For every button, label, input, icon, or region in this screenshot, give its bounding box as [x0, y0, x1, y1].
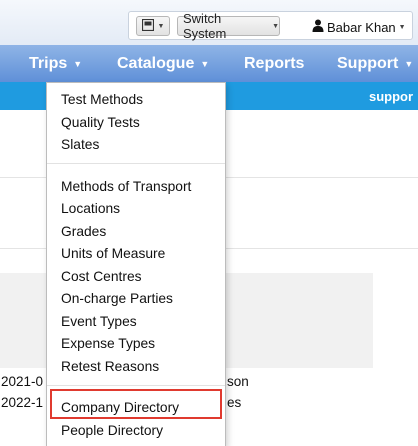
menu-item-methods-of-transport[interactable]: Methods of Transport [61, 179, 191, 194]
row-date: 2021-0 [1, 374, 44, 389]
user-icon [312, 19, 324, 35]
top-header: ▼ Switch System ▼ Babar Khan ▼ [0, 0, 418, 45]
row-date: 2022-1 [1, 395, 44, 410]
highlight-box [50, 389, 222, 419]
layout-icon [141, 18, 154, 34]
menu-divider [47, 163, 225, 164]
nav-item-support[interactable]: Support ▼ [337, 45, 413, 82]
layout-toggle-button[interactable]: ▼ [136, 16, 170, 36]
menu-item-locations[interactable]: Locations [61, 201, 120, 216]
menu-divider [47, 385, 225, 386]
menu-item-people-directory[interactable]: People Directory [61, 423, 163, 438]
user-name: Babar Khan [327, 19, 396, 35]
switch-system-button[interactable]: Switch System ▼ [177, 11, 280, 41]
menu-item-expense-types[interactable]: Expense Types [61, 336, 155, 351]
menu-item-quality-tests[interactable]: Quality Tests [61, 115, 140, 130]
menu-item-retest-reasons[interactable]: Retest Reasons [61, 359, 159, 374]
nav-label: Trips [29, 54, 68, 72]
switch-system-label: Switch System [183, 11, 227, 41]
menu-item-cost-centres[interactable]: Cost Centres [61, 269, 142, 284]
caret-down-icon: ▼ [73, 58, 83, 69]
nav-label: Catalogue [117, 54, 195, 72]
menu-item-on-charge-parties[interactable]: On-charge Parties [61, 291, 173, 306]
utility-toolbar: ▼ Switch System ▼ Babar Khan ▼ [128, 11, 413, 41]
menu-item-grades[interactable]: Grades [61, 224, 106, 239]
nav-label: Reports [244, 54, 305, 72]
nav-item-catalogue[interactable]: Catalogue ▼ [117, 45, 209, 82]
menu-item-test-methods[interactable]: Test Methods [61, 92, 143, 107]
strip-link[interactable]: suppor [369, 89, 413, 104]
main-nav: Trips ▼ Catalogue ▼ Reports Support ▼ [0, 45, 418, 82]
row-text: son [227, 374, 249, 389]
menu-item-units-of-measure[interactable]: Units of Measure [61, 246, 165, 261]
menu-item-slates[interactable]: Slates [61, 137, 99, 152]
menu-item-event-types[interactable]: Event Types [61, 314, 137, 329]
caret-down-icon: ▼ [272, 22, 279, 30]
user-menu[interactable]: Babar Khan ▼ [312, 18, 406, 36]
row-text: es [227, 395, 242, 410]
caret-down-icon: ▼ [404, 58, 414, 69]
nav-item-reports[interactable]: Reports [244, 45, 304, 82]
caret-down-icon: ▼ [398, 23, 406, 31]
caret-down-icon: ▼ [200, 58, 210, 69]
nav-label: Support [337, 54, 399, 72]
caret-down-icon: ▼ [157, 22, 165, 30]
nav-item-trips[interactable]: Trips ▼ [29, 45, 82, 82]
